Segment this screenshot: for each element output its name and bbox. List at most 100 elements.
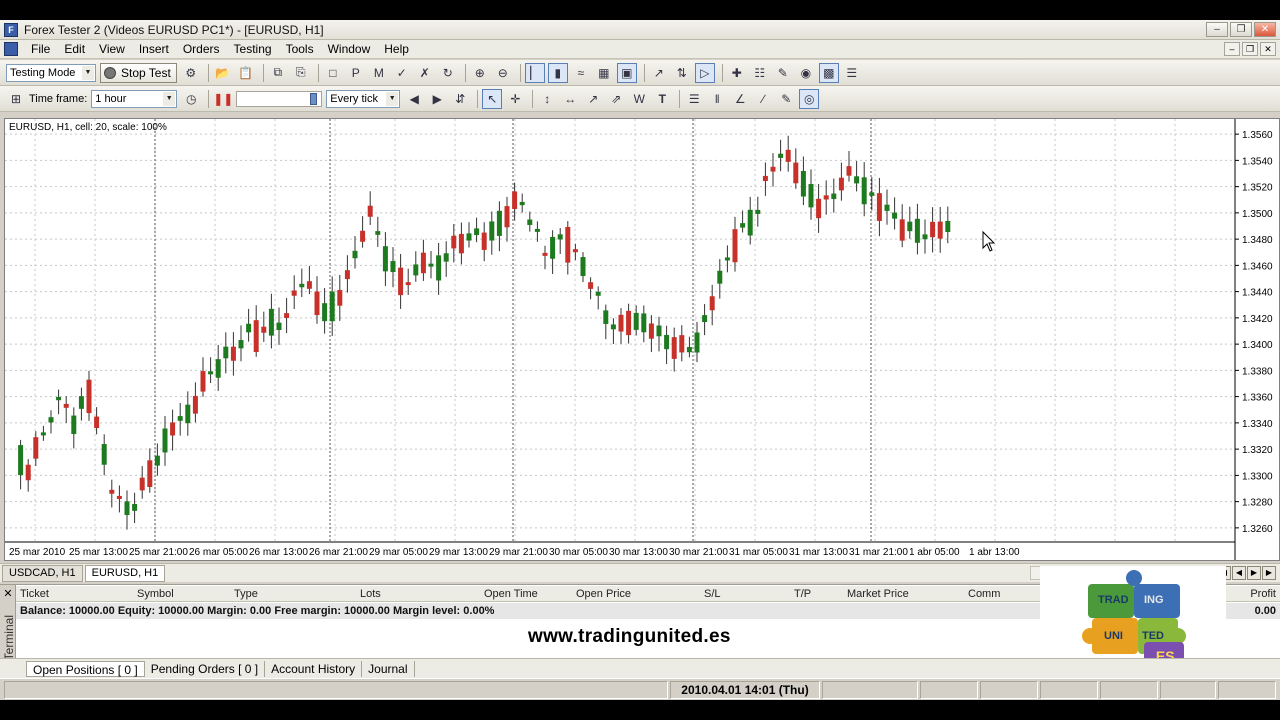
col-open-time[interactable]: Open Time <box>484 588 538 600</box>
minimize-button[interactable]: – <box>1206 22 1228 37</box>
child-minimize-button[interactable]: – <box>1224 42 1240 56</box>
trendline-icon[interactable]: ↗ <box>583 89 603 109</box>
templates-icon[interactable]: ☷ <box>750 63 770 83</box>
check-icon[interactable]: ✓ <box>392 63 412 83</box>
settings-icon[interactable]: ⚙ <box>181 63 201 83</box>
stop-test-button[interactable]: Stop Test <box>100 62 177 83</box>
menu-file[interactable]: File <box>24 42 57 56</box>
menu-help[interactable]: Help <box>377 42 416 56</box>
tab-open-positions[interactable]: Open Positions [ 0 ] <box>26 660 145 677</box>
tab-journal[interactable]: Journal <box>362 660 415 677</box>
target-icon[interactable]: ◎ <box>799 88 820 109</box>
menu-testing[interactable]: Testing <box>227 42 279 56</box>
clipboard-icon[interactable]: 📋 <box>236 63 256 83</box>
fan-icon[interactable]: ∠ <box>730 89 750 109</box>
x-icon[interactable]: ✗ <box>415 63 435 83</box>
window-icon[interactable]: ▣ <box>616 62 637 83</box>
candle-up <box>56 396 62 401</box>
menu-window[interactable]: Window <box>321 42 378 56</box>
zoom-in-icon[interactable]: ⊕ <box>470 63 490 83</box>
wave-icon[interactable]: W <box>629 89 649 109</box>
col-symbol[interactable]: Symbol <box>137 588 174 600</box>
speed-slider[interactable] <box>236 90 323 107</box>
channel-icon[interactable]: ∕ <box>753 89 773 109</box>
camera-icon[interactable]: ◉ <box>796 63 816 83</box>
tab-pending-orders[interactable]: Pending Orders [ 0 ] <box>145 660 266 677</box>
new-chart-icon[interactable]: ⊞ <box>6 89 26 109</box>
menu-tools[interactable]: Tools <box>279 42 321 56</box>
col-tp[interactable]: T/P <box>794 588 811 600</box>
close-icon[interactable]: ✕ <box>1 587 15 601</box>
candle-up <box>702 315 708 323</box>
nav-last-icon[interactable]: ▶ <box>1262 566 1276 580</box>
col-profit[interactable]: Profit <box>1250 588 1276 600</box>
layout-icon[interactable]: ▩ <box>818 62 839 83</box>
grid-icon[interactable]: ▦ <box>594 63 614 83</box>
menu-orders[interactable]: Orders <box>176 42 227 56</box>
m-document-icon[interactable]: M <box>369 63 389 83</box>
price-chart[interactable]: 1.3560 1.3540 1.3520 1.3500 1.3480 1.3460 1.34… <box>4 118 1280 561</box>
line-chart-icon[interactable]: ≈ <box>571 63 591 83</box>
tab-account-history[interactable]: Account History <box>265 660 363 677</box>
window-title: Forex Tester 2 (Videos EURUSD PC1*) - [E… <box>24 22 324 37</box>
cursor-icon[interactable]: ↖ <box>482 88 503 109</box>
document-icon[interactable] <box>4 42 18 56</box>
autoscroll-icon[interactable]: ▷ <box>694 62 715 83</box>
col-lots[interactable]: Lots <box>360 588 381 600</box>
copy-icon[interactable]: ⧉ <box>268 63 288 83</box>
candle-up <box>276 322 282 331</box>
candle-down <box>170 422 176 436</box>
brush-icon[interactable]: ✎ <box>773 63 793 83</box>
period-icon[interactable]: ⇅ <box>672 63 692 83</box>
child-close-button[interactable]: ✕ <box>1260 42 1276 56</box>
slider-thumb[interactable] <box>310 92 318 105</box>
col-open-price[interactable]: Open Price <box>576 588 631 600</box>
trend-icon[interactable]: ↗ <box>649 63 669 83</box>
nav-next-icon[interactable]: ▶ <box>1247 566 1261 580</box>
horizontal-line-icon[interactable]: ↔ <box>560 89 580 109</box>
mode-select[interactable]: Testing Mode ▼ <box>6 63 96 82</box>
p-document-icon[interactable]: P <box>346 63 366 83</box>
open-folder-icon[interactable]: 📂 <box>213 63 233 83</box>
col-ticket[interactable]: Ticket <box>20 588 49 600</box>
col-type[interactable]: Type <box>234 588 258 600</box>
list-icon[interactable]: ☰ <box>842 63 862 83</box>
tick-mode-value: Every tick <box>330 92 378 105</box>
fibonacci-icon[interactable]: ☰ <box>684 89 704 109</box>
letterbox-top <box>0 0 1280 20</box>
tab-eurusd-h1[interactable]: EURUSD, H1 <box>84 564 166 582</box>
menu-view[interactable]: View <box>92 42 132 56</box>
chevron-down-icon: ▼ <box>386 91 399 106</box>
refresh-icon[interactable]: ↻ <box>438 63 458 83</box>
tab-usdcad-h1[interactable]: USDCAD, H1 <box>2 564 83 582</box>
add-indicator-icon[interactable]: ✚ <box>727 63 747 83</box>
child-restore-button[interactable]: ❐ <box>1242 42 1258 56</box>
menu-edit[interactable]: Edit <box>57 42 92 56</box>
step-back-icon[interactable]: ◀ <box>404 89 424 109</box>
crosshair-icon[interactable]: ✛ <box>505 89 525 109</box>
ray-icon[interactable]: ⇗ <box>606 89 626 109</box>
paste-icon[interactable]: ⎘ <box>291 63 311 83</box>
bar-chart-icon[interactable]: ▏ <box>524 62 545 83</box>
vertical-line-icon[interactable]: ↕ <box>537 89 557 109</box>
col-market-price[interactable]: Market Price <box>847 588 909 600</box>
text-icon[interactable]: T <box>652 89 672 109</box>
zoom-out-icon[interactable]: ⊖ <box>493 63 513 83</box>
new-document-icon[interactable]: □ <box>323 63 343 83</box>
close-button[interactable]: ✕ <box>1254 22 1276 37</box>
tick-mode-select[interactable]: Every tick ▼ <box>326 89 401 108</box>
col-comm[interactable]: Comm <box>968 588 1000 600</box>
col-sl[interactable]: S/L <box>704 588 721 600</box>
maximize-button[interactable]: ❐ <box>1230 22 1252 37</box>
timeframe-select[interactable]: 1 hour ▼ <box>91 89 178 108</box>
pause-icon[interactable]: ❚❚ <box>213 89 233 109</box>
candlestick-icon[interactable]: ▮ <box>547 62 568 83</box>
menu-insert[interactable]: Insert <box>132 42 176 56</box>
step-vertical-icon[interactable]: ⇵ <box>450 89 470 109</box>
step-forward-icon[interactable]: ▶ <box>427 89 447 109</box>
candle-down <box>360 230 366 242</box>
clock-icon[interactable]: ◷ <box>181 89 201 109</box>
pencil-icon[interactable]: ✎ <box>776 89 796 109</box>
nav-prev-icon[interactable]: ◀ <box>1232 566 1246 580</box>
fib-timezones-icon[interactable]: ‖ <box>707 89 727 109</box>
